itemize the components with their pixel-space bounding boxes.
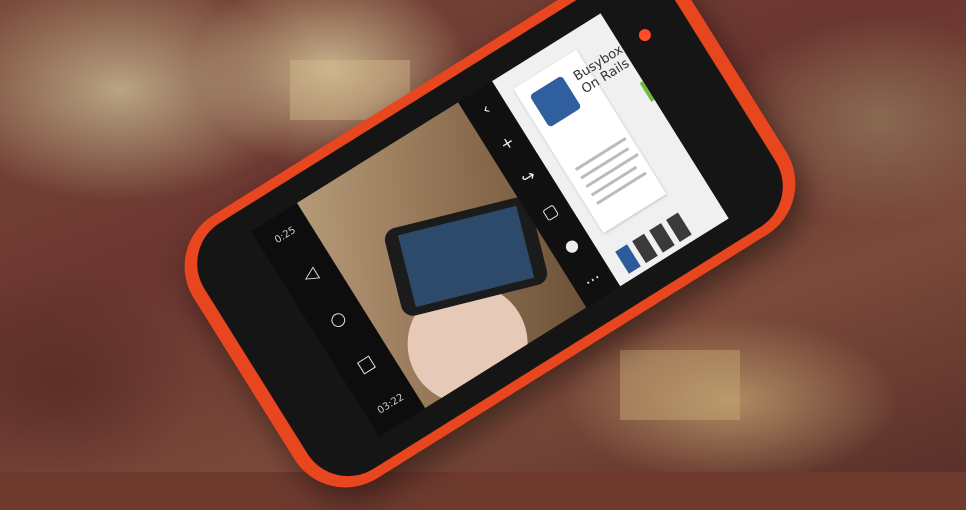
time-left: 0:25 [272, 224, 298, 246]
held-phone-screen [397, 205, 535, 308]
plus-icon[interactable]: + [496, 131, 517, 154]
gallery-icon[interactable]: ▢ [538, 199, 561, 223]
chevron-icon[interactable]: ‹ [478, 99, 494, 119]
front-camera-icon [636, 26, 654, 44]
more-icon[interactable]: ⋯ [581, 267, 605, 292]
held-phone [382, 194, 550, 319]
home-circle-icon[interactable]: ○ [326, 307, 350, 333]
app-title: Busybox On Rails [571, 42, 633, 98]
recent-square-icon[interactable]: □ [353, 351, 379, 378]
background-light-patch [620, 350, 740, 420]
open-button[interactable]: OPEN [639, 49, 706, 102]
share-icon[interactable]: ↪ [518, 166, 539, 189]
time-right: 03:22 [375, 392, 407, 417]
back-triangle-icon[interactable]: ◁ [299, 263, 322, 288]
mic-icon[interactable]: ● [560, 234, 582, 258]
app-icon [529, 75, 582, 128]
screenshot-thumbnails [615, 212, 692, 274]
